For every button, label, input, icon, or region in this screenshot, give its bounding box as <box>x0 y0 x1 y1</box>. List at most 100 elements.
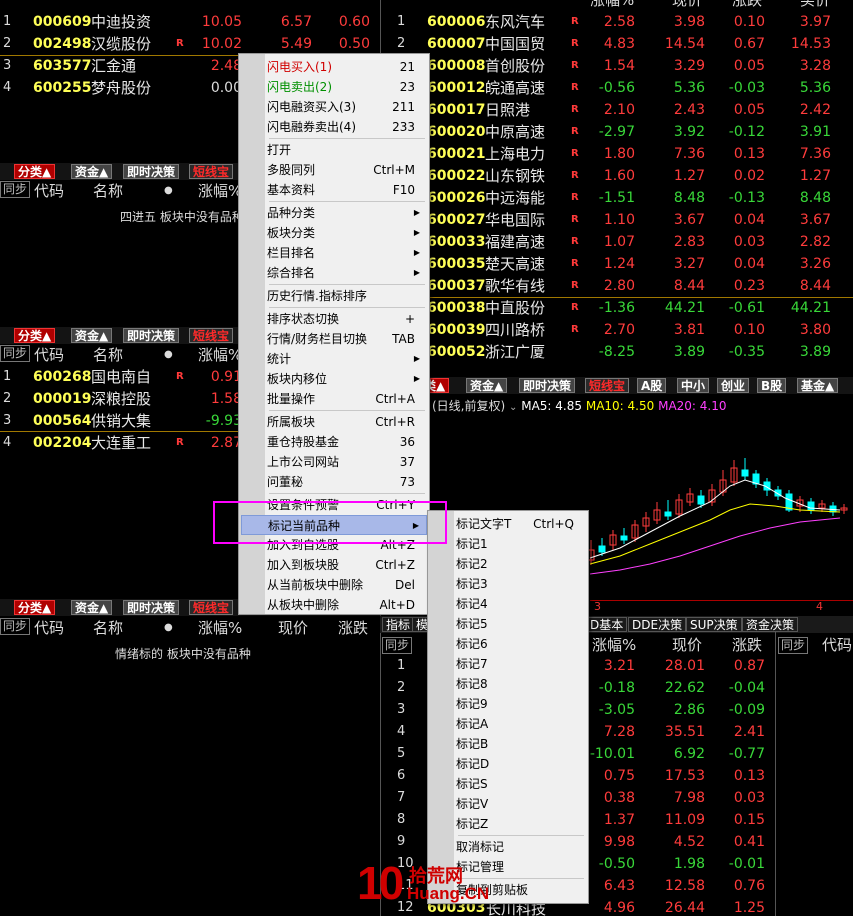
table-row[interactable]: 2 002498 汉缆股份 R 10.02 5.49 0.50 <box>0 33 380 55</box>
menu-item[interactable]: 标记1 <box>430 534 586 554</box>
menu-item[interactable]: 标记5 <box>430 614 586 634</box>
table-row[interactable]: 600027 华电国际 R 1.10 3.67 0.04 3.67 <box>381 209 853 231</box>
tab-ag[interactable]: A股 <box>637 378 667 393</box>
table-row[interactable]: 600052 浙江广厦 -8.25 3.89 -0.35 3.89 <box>381 341 853 363</box>
menu-item[interactable]: 加入到板块股 Ctrl+Z <box>241 555 427 575</box>
pct-change: 1.07 <box>603 234 635 250</box>
tab-dbase[interactable]: D基本 <box>586 617 628 632</box>
tab-zx[interactable]: 中小 <box>677 378 710 393</box>
table-row[interactable]: 2 600007 中国国贸 R 4.83 14.54 0.67 14.53 <box>381 33 853 55</box>
menu-item[interactable]: 标记B <box>430 734 586 754</box>
menu-item[interactable]: 基本资料 F10 <box>241 180 427 200</box>
tab-zjjc[interactable]: 资金决策 <box>742 617 799 632</box>
tab-fenlei[interactable]: 分类▲ <box>14 328 56 343</box>
menu-item[interactable]: 综合排名 ▶ <box>241 263 427 283</box>
menu-item[interactable]: 标记8 <box>430 674 586 694</box>
menu-item-shortcut: Del <box>395 578 415 592</box>
menu-item[interactable]: 板块内移位 ▶ <box>241 369 427 389</box>
table-row[interactable]: 600020 中原高速 R -2.97 3.92 -0.12 3.91 <box>381 121 853 143</box>
kline-chart[interactable] <box>580 440 853 600</box>
table-row[interactable]: 1 600268 国电南自 R 0.91 <box>0 366 242 388</box>
menu-item[interactable]: 标记V <box>430 794 586 814</box>
table-row[interactable]: 4 002204 大连重工 R 2.87 <box>0 432 242 454</box>
table-row[interactable]: 600012 皖通高速 R -0.56 5.36 -0.03 5.36 <box>381 77 853 99</box>
menu-item[interactable]: 排序状态切换 + <box>241 309 427 329</box>
table-row[interactable]: 600022 山东钢铁 R 1.60 1.27 0.02 1.27 <box>381 165 853 187</box>
chevron-down-icon[interactable]: ⌄ <box>509 402 517 413</box>
menu-item[interactable]: 标记9 <box>430 694 586 714</box>
table-row[interactable]: 1 000609 中迪投资 10.05 6.57 0.60 <box>0 11 380 33</box>
table-row[interactable]: 3 000564 供销大集 -9.93 <box>0 410 242 432</box>
tab-fenlei[interactable]: 分类▲ <box>14 600 56 615</box>
tab-duanxian[interactable]: 短线宝 <box>585 378 630 393</box>
table-row[interactable]: 1 600006 东风汽车 R 2.58 3.98 0.10 3.97 <box>381 11 853 33</box>
menu-item[interactable]: 闪电卖出(2) 23 <box>241 77 427 97</box>
menu-item[interactable]: 标记S <box>430 774 586 794</box>
menu-item[interactable]: 闪电融资买入(3) 211 <box>241 97 427 117</box>
tab-cy[interactable]: 创业 <box>717 378 750 393</box>
stock-code: 600039 <box>427 322 486 338</box>
menu-item-label: 所属板块 <box>267 415 316 429</box>
table-row[interactable]: 600021 上海电力 R 1.80 7.36 0.13 7.36 <box>381 143 853 165</box>
bid-price: 3.97 <box>799 14 831 30</box>
tab-zijin[interactable]: 资金▲ <box>71 328 113 343</box>
menu-item[interactable]: 统计 ▶ <box>241 349 427 369</box>
menu-item[interactable]: 品种分类 ▶ <box>241 203 427 223</box>
menu-item[interactable]: 标记Z <box>430 814 586 834</box>
menu-item[interactable]: 标记7 <box>430 654 586 674</box>
pct-change: -2.97 <box>598 124 635 140</box>
menu-item[interactable]: 标记D <box>430 754 586 774</box>
menu-item[interactable]: 标记4 <box>430 594 586 614</box>
menu-item[interactable]: 所属板块 Ctrl+R <box>241 412 427 432</box>
tab-fenlei[interactable]: 分类▲ <box>14 164 56 179</box>
tab-zijin[interactable]: 资金▲ <box>71 600 113 615</box>
tab-zhibiao[interactable]: 指标 <box>382 617 415 632</box>
menu-item[interactable]: 闪电买入(1) 21 <box>241 57 427 77</box>
table-row[interactable]: 2 000019 深粮控股 1.58 <box>0 388 242 410</box>
menu-item[interactable]: 上市公司网站 37 <box>241 452 427 472</box>
bid-price: 3.67 <box>799 212 831 228</box>
tab-jishi[interactable]: 即时决策 <box>123 600 180 615</box>
menu-item[interactable]: 历史行情.指标排序 <box>241 286 427 306</box>
table-row[interactable]: 600017 日照港 R 2.10 2.43 0.05 2.42 <box>381 99 853 121</box>
menu-item[interactable]: 闪电融券卖出(4) 233 <box>241 117 427 137</box>
menu-item[interactable]: 栏目排名 ▶ <box>241 243 427 263</box>
table-row[interactable]: 600035 楚天高速 R 1.24 3.27 0.04 3.26 <box>381 253 853 275</box>
tab-jj[interactable]: 基金▲ <box>797 378 839 393</box>
tab-jishi[interactable]: 即时决策 <box>519 378 576 393</box>
tab-jishi[interactable]: 即时决策 <box>123 164 180 179</box>
tab-duanxian[interactable]: 短线宝 <box>189 600 234 615</box>
menu-item[interactable]: 标记文字T Ctrl+Q <box>430 514 586 534</box>
tab-duanxian[interactable]: 短线宝 <box>189 164 234 179</box>
menu-item-shortcut: 36 <box>399 435 415 449</box>
menu-item[interactable]: 行情/财务栏目切换 TAB <box>241 329 427 349</box>
tab-sup[interactable]: SUP决策 <box>686 617 742 632</box>
table-row[interactable]: 600037 歌华有线 R 2.80 8.44 0.23 8.44 <box>381 275 853 297</box>
menu-item[interactable]: 板块分类 ▶ <box>241 223 427 243</box>
tab-bg[interactable]: B股 <box>757 378 787 393</box>
menu-item[interactable]: 标记3 <box>430 574 586 594</box>
menu-item[interactable]: 重仓持股基金 36 <box>241 432 427 452</box>
table-row[interactable]: 600026 中远海能 R -1.51 8.48 -0.13 8.48 <box>381 187 853 209</box>
table-row[interactable]: 600033 福建高速 R 1.07 2.83 0.03 2.82 <box>381 231 853 253</box>
menu-item[interactable]: 问董秘 73 <box>241 472 427 492</box>
tab-jishi[interactable]: 即时决策 <box>123 328 180 343</box>
menu-item[interactable]: 从板块中删除 Alt+D <box>241 595 427 615</box>
menu-item[interactable]: 打开 <box>241 140 427 160</box>
tab-dde[interactable]: DDE决策 <box>628 617 687 632</box>
menu-item[interactable]: 多股同列 Ctrl+M <box>241 160 427 180</box>
tab-duanxian[interactable]: 短线宝 <box>189 328 234 343</box>
tab-zijin[interactable]: 资金▲ <box>466 378 508 393</box>
tab-zijin[interactable]: 资金▲ <box>71 164 113 179</box>
table-row[interactable]: 600038 中直股份 R -1.36 44.21 -0.61 44.21 <box>381 297 853 319</box>
menu-item[interactable]: 从当前板块中删除 Del <box>241 575 427 595</box>
table-row[interactable]: 600039 四川路桥 R 2.70 3.81 0.10 3.80 <box>381 319 853 341</box>
menu-item[interactable]: 标记A <box>430 714 586 734</box>
change: 0.67 <box>733 36 765 52</box>
menu-item[interactable]: 批量操作 Ctrl+A <box>241 389 427 409</box>
menu-item[interactable]: 标记2 <box>430 554 586 574</box>
menu-item[interactable]: 标记6 <box>430 634 586 654</box>
menu-item[interactable]: 取消标记 <box>430 837 586 857</box>
change: -0.04 <box>728 680 765 696</box>
table-row[interactable]: 600008 首创股份 R 1.54 3.29 0.05 3.28 <box>381 55 853 77</box>
